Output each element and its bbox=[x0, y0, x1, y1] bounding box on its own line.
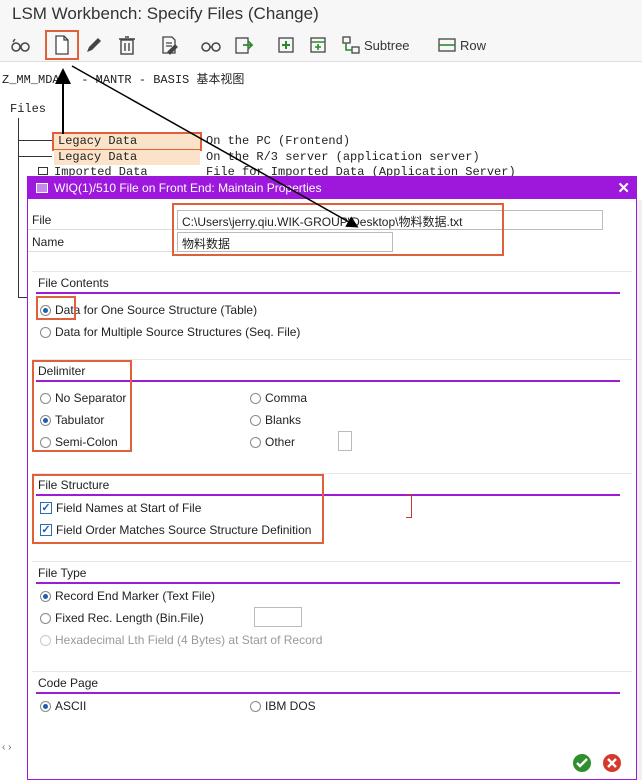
radio-icon bbox=[250, 392, 261, 404]
file-contents-group: File Contents Data for One Source Struct… bbox=[32, 271, 632, 353]
hex-length-radio: Hexadecimal Lth Field (4 Bytes) at Start… bbox=[40, 633, 322, 647]
import-icon[interactable] bbox=[234, 32, 254, 58]
group-divider bbox=[36, 292, 620, 294]
new-file-icon[interactable] bbox=[45, 30, 79, 60]
object-line: Z_MM_MDA - MANTR - BASIS 基本视图 bbox=[2, 73, 245, 87]
subtree-button[interactable]: Subtree bbox=[342, 32, 410, 58]
radio-icon bbox=[250, 414, 261, 426]
confirm-button[interactable] bbox=[571, 753, 593, 773]
trash-icon[interactable] bbox=[118, 32, 136, 58]
tree-row-legacy-server[interactable]: Legacy Data On the R/3 server (applicati… bbox=[54, 150, 480, 165]
focus-bracket bbox=[406, 494, 412, 518]
dialog-title: WIQ(1)/510 File on Front End: Maintain P… bbox=[54, 181, 322, 195]
maintain-properties-dialog: WIQ(1)/510 File on Front End: Maintain P… bbox=[27, 176, 637, 780]
tree-row-desc: On the R/3 server (application server) bbox=[206, 150, 480, 164]
edit-pencil-icon[interactable] bbox=[84, 32, 104, 58]
multiple-source-radio[interactable]: Data for Multiple Source Structures (Seq… bbox=[40, 325, 300, 339]
tree-connector bbox=[18, 156, 52, 157]
ibm-dos-radio[interactable]: IBM DOS bbox=[250, 699, 316, 713]
tree-connector bbox=[18, 118, 19, 298]
code-page-title: Code Page bbox=[38, 676, 99, 690]
row-button[interactable]: Row bbox=[438, 32, 486, 58]
dialog-header: WIQ(1)/510 File on Front End: Maintain P… bbox=[28, 177, 636, 199]
file-type-title: File Type bbox=[38, 566, 87, 580]
code-page-group: Code Page ASCII IBM DOS bbox=[32, 671, 632, 727]
radio-selected-icon bbox=[40, 700, 51, 712]
cancel-button[interactable] bbox=[601, 753, 623, 773]
radio-icon bbox=[250, 436, 261, 448]
radio-disabled-icon bbox=[40, 634, 51, 646]
subtree-icon bbox=[342, 36, 360, 54]
toolbar: Subtree Row bbox=[0, 28, 642, 62]
record-end-radio[interactable]: Record End Marker (Text File) bbox=[40, 589, 215, 603]
group-divider bbox=[36, 692, 620, 694]
radio-icon bbox=[40, 612, 51, 624]
check-icon bbox=[573, 754, 591, 772]
tree-connector bbox=[18, 140, 52, 141]
insert-row-icon[interactable] bbox=[276, 32, 296, 58]
highlight-box bbox=[32, 474, 324, 544]
row-label: Row bbox=[460, 37, 487, 53]
tree-root-files: Files bbox=[10, 102, 47, 116]
other-separator-input[interactable] bbox=[338, 431, 352, 451]
highlight-box bbox=[36, 296, 76, 320]
subtree-label: Subtree bbox=[364, 37, 410, 53]
blanks-radio[interactable]: Blanks bbox=[250, 413, 301, 427]
divider bbox=[28, 229, 196, 230]
tree-row-desc: On the PC (Frontend) bbox=[206, 134, 351, 148]
file-structure-group: File Structure ✓ Field Names at Start of … bbox=[32, 473, 632, 549]
close-icon[interactable]: ✕ bbox=[617, 179, 630, 197]
highlight-box bbox=[32, 360, 132, 452]
insert-column-icon[interactable] bbox=[308, 32, 328, 58]
edit-document-icon[interactable] bbox=[160, 32, 180, 58]
tree-row-label: Legacy Data bbox=[54, 150, 200, 165]
file-label: File bbox=[32, 213, 52, 227]
delimiter-group: Delimiter No Separator Tabulator Semi-Co… bbox=[32, 359, 632, 465]
radio-icon bbox=[250, 700, 261, 712]
fixed-length-input[interactable] bbox=[254, 607, 302, 627]
compare-glasses-icon[interactable] bbox=[200, 32, 222, 58]
file-type-group: File Type Record End Marker (Text File) … bbox=[32, 561, 632, 661]
radio-icon bbox=[40, 326, 51, 338]
tree-row-legacy-pc[interactable]: Legacy Data On the PC (Frontend) bbox=[52, 132, 351, 151]
scroll-left-arrow-icon[interactable]: ‹ › bbox=[2, 742, 11, 753]
window-title: LSM Workbench: Specify Files (Change) bbox=[0, 0, 642, 28]
fixed-length-radio[interactable]: Fixed Rec. Length (Bin.File) bbox=[40, 611, 204, 625]
comma-radio[interactable]: Comma bbox=[250, 391, 307, 405]
group-divider bbox=[36, 582, 620, 584]
divider bbox=[28, 251, 196, 252]
name-label: Name bbox=[32, 235, 65, 249]
other-radio[interactable]: Other bbox=[250, 435, 295, 449]
tree-row-label: Legacy Data bbox=[52, 132, 202, 151]
ascii-radio[interactable]: ASCII bbox=[40, 699, 86, 713]
radio-selected-icon bbox=[40, 590, 51, 602]
row-icon bbox=[438, 38, 456, 52]
dialog-icon bbox=[36, 183, 48, 193]
highlight-box bbox=[172, 203, 504, 256]
cancel-icon bbox=[603, 754, 621, 772]
file-contents-title: File Contents bbox=[38, 276, 109, 290]
folder-icon bbox=[38, 167, 48, 175]
display-glasses-icon[interactable] bbox=[10, 32, 32, 58]
